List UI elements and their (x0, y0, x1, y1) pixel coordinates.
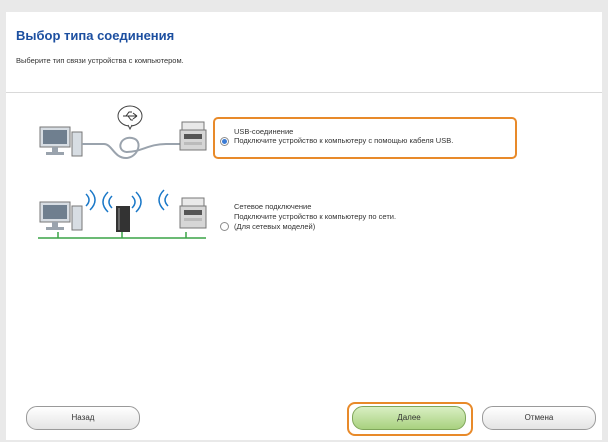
next-button[interactable]: Далее (352, 406, 466, 430)
dialog-footer: Назад Далее Отмена (6, 376, 602, 440)
back-button[interactable]: Назад (26, 406, 140, 430)
printer-icon (179, 197, 207, 229)
computer-icon (39, 201, 83, 231)
usb-option-description: Подключите устройство к компьютеру с пом… (234, 136, 454, 145)
usb-symbol-icon (117, 105, 143, 131)
network-option-description: Подключите устройство к компьютеру по се… (234, 212, 397, 221)
installer-window: Выбор типа соединения Выберите тип связи… (6, 12, 602, 440)
cancel-button[interactable]: Отмена (482, 406, 596, 430)
page-subtitle: Выберите тип связи устройства с компьюте… (16, 56, 184, 65)
network-option-note: (Для сетевых моделей) (234, 222, 316, 231)
network-option-title: Сетевое подключение (234, 202, 312, 211)
wireless-router-icon (116, 206, 130, 232)
printer-icon (179, 121, 207, 151)
page-title: Выбор типа соединения (16, 28, 175, 43)
network-radio-button[interactable] (220, 222, 229, 231)
usb-radio-button[interactable] (220, 137, 229, 146)
network-connection-illustration (38, 189, 207, 239)
usb-cable-icon (82, 136, 180, 160)
usb-option-title: USB-соединение (234, 127, 294, 136)
usb-connection-illustration (39, 105, 207, 160)
dialog-header: Выбор типа соединения Выберите тип связи… (6, 12, 602, 93)
network-line-icon (38, 232, 206, 239)
computer-icon (39, 126, 83, 157)
